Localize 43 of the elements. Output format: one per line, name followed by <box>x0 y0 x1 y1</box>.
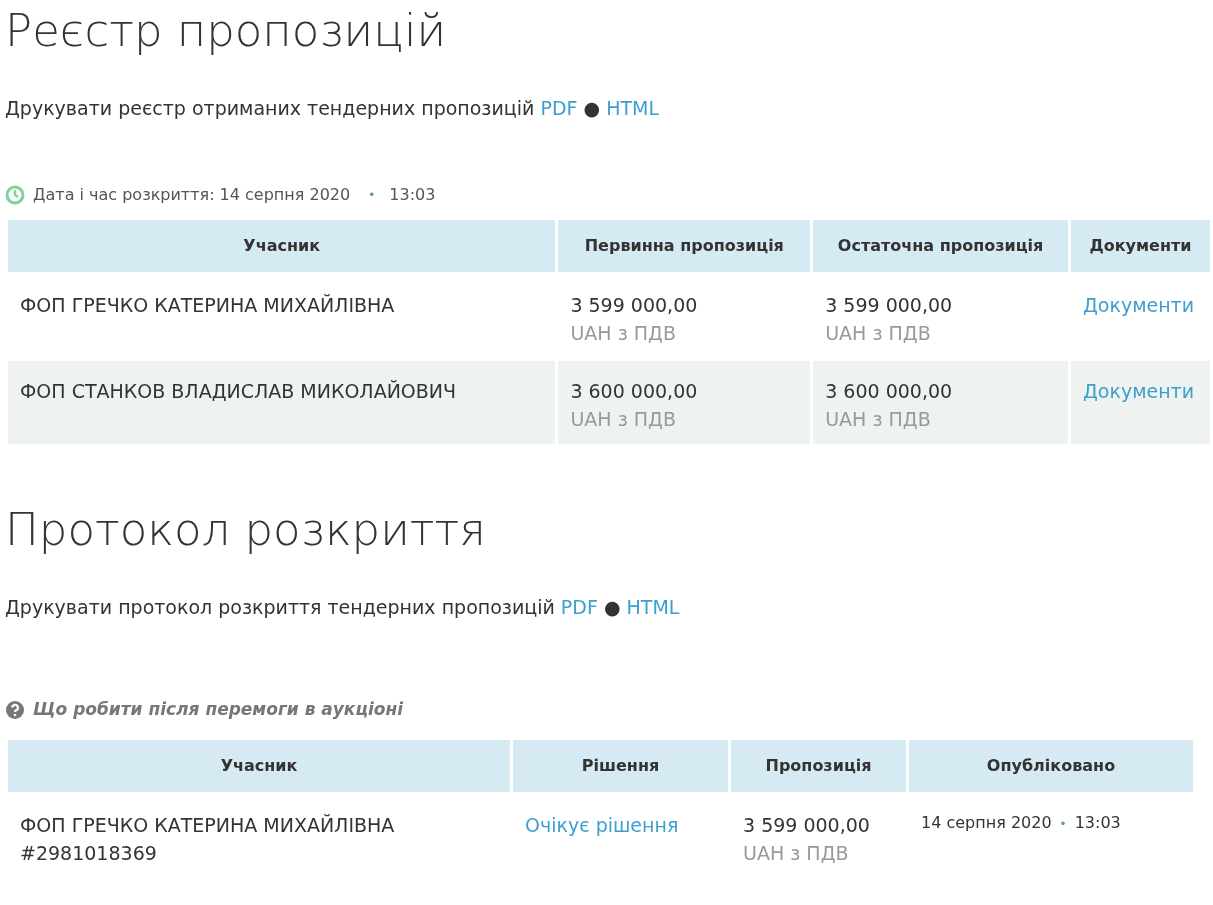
print-link[interactable]: HTML <box>626 595 680 618</box>
link-separator: ● <box>603 595 621 618</box>
participant-name: ФОП ГРЕЧКО КАТЕРИНА МИХАЙЛІВНА <box>19 292 396 318</box>
participant-name: ФОП СТАНКОВ ВЛАДИСЛАВ МИКОЛАЙОВИЧ <box>8 360 556 444</box>
opening-time: 13:03 <box>389 183 436 206</box>
currency-note: UAH з ПДВ <box>743 841 850 866</box>
published-time: 13:03 <box>1074 812 1121 832</box>
currency-note: UAH з ПДВ <box>570 321 677 346</box>
currency-note: UAH з ПДВ <box>825 321 932 346</box>
bid-amount: 3 599 000,00 <box>570 293 698 316</box>
section-title: Реєстр пропозицій <box>5 4 448 58</box>
help-icon <box>5 699 25 720</box>
opening-date: Дата і час розкриття: 14 серпня 2020 <box>33 183 351 206</box>
section-title: Протокол розкриття <box>5 502 487 557</box>
link-separator: ● <box>583 97 601 119</box>
help-link[interactable]: Що робити після перемоги в аукціоні <box>33 697 404 723</box>
currency-note: UAH з ПДВ <box>825 407 932 432</box>
published-date: 14 серпня 2020 <box>921 812 1052 832</box>
print-text: Друкувати реєстр отриманих тендерних пропозицій <box>5 97 535 119</box>
documents-link[interactable]: Документи <box>1083 293 1195 316</box>
time-separator: • <box>1059 816 1067 831</box>
column-header: Учасник <box>8 219 556 272</box>
participant-id: #2981018369 <box>20 841 158 866</box>
column-header: Опубліковано <box>909 739 1193 792</box>
time-separator: • <box>368 186 376 204</box>
decision-status[interactable]: Очікує рішення <box>525 813 679 836</box>
column-header: Рішення <box>513 739 728 792</box>
column-header: Первинна пропозиція <box>558 219 811 272</box>
bid-amount: 3 599 000,00 <box>743 813 870 836</box>
bid-amount: 3 600 000,00 <box>825 379 953 402</box>
print-link[interactable]: PDF <box>540 97 578 119</box>
column-header: Учасник <box>8 739 510 792</box>
clock-icon <box>5 184 25 205</box>
column-header: Документи <box>1071 219 1210 272</box>
print-text: Друкувати протокол розкриття тендерних пропозицій <box>5 595 555 618</box>
column-header: Остаточна пропозиція <box>813 219 1068 272</box>
bid-amount: 3 600 000,00 <box>570 379 698 402</box>
column-header: Пропозиція <box>731 739 906 792</box>
participant-name: ФОП ГРЕЧКО КАТЕРИНА МИХАЙЛІВНА <box>20 812 396 838</box>
print-link[interactable]: PDF <box>560 595 598 618</box>
bid-amount: 3 599 000,00 <box>825 293 953 316</box>
print-link[interactable]: HTML <box>606 97 659 119</box>
currency-note: UAH з ПДВ <box>570 407 677 432</box>
